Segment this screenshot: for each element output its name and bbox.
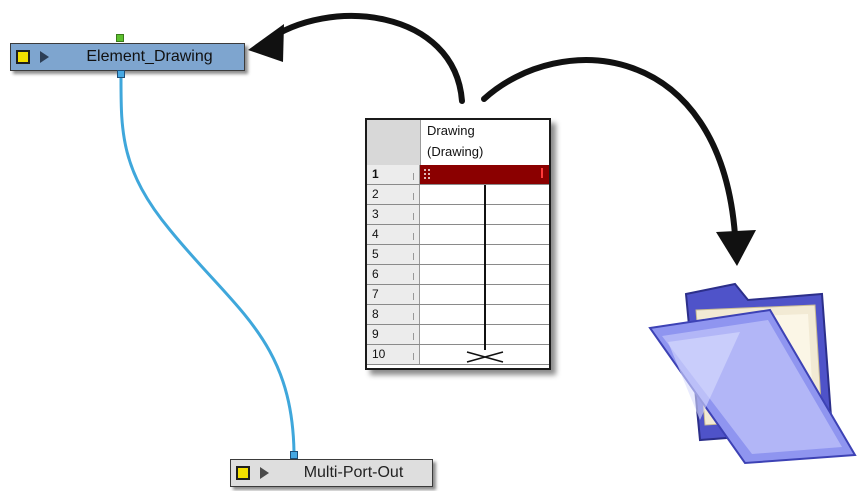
frame-number: 2 — [367, 185, 420, 204]
frame-row[interactable]: 8 — [367, 305, 549, 325]
node-output-port[interactable] — [117, 70, 125, 78]
arrowhead-down — [716, 230, 756, 266]
frame-row[interactable]: 1 — [367, 165, 549, 185]
frame-row[interactable]: 3 — [367, 205, 549, 225]
frame-number: 10 — [367, 345, 420, 364]
multiport-input-port[interactable] — [290, 451, 298, 459]
curved-arrow-to-node — [262, 13, 465, 104]
frame-number: 6 — [367, 265, 420, 284]
frame-row[interactable]: 2 — [367, 185, 549, 205]
frame-number: 8 — [367, 305, 420, 324]
arrowhead-left — [248, 24, 284, 62]
column-title: Drawing — [427, 123, 475, 138]
exposure-cell[interactable] — [420, 165, 549, 184]
element-drawing-node[interactable]: Element_Drawing — [10, 43, 245, 71]
frame-row[interactable]: 6 — [367, 265, 549, 285]
frame-number: 7 — [367, 285, 420, 304]
display-toggle-icon[interactable] — [236, 466, 250, 480]
display-toggle-icon[interactable] — [16, 50, 30, 64]
frame-row[interactable]: 10 — [367, 345, 549, 365]
multi-port-out-node[interactable]: Multi-Port-Out — [230, 459, 433, 487]
node-label: Multi-Port-Out — [303, 464, 404, 481]
expand-arrow-icon[interactable] — [40, 51, 49, 63]
xsheet-corner — [367, 120, 421, 165]
hold-line — [484, 185, 486, 350]
xsheet-panel: Drawing (Drawing) 1 2 3 4 5 6 7 8 9 10 — [365, 118, 551, 370]
expand-arrow-icon[interactable] — [260, 467, 269, 479]
node-cable — [119, 75, 296, 453]
node-label: Element_Drawing — [86, 48, 213, 65]
frame-number: 5 — [367, 245, 420, 264]
frame-number: 4 — [367, 225, 420, 244]
drag-handle-icon[interactable] — [423, 168, 431, 180]
frame-row[interactable]: 5 — [367, 245, 549, 265]
end-of-exposure-icon — [466, 351, 504, 363]
frame-number: 1 — [367, 165, 420, 184]
frame-row[interactable]: 7 — [367, 285, 549, 305]
current-frame-marker — [541, 168, 543, 178]
frame-number: 3 — [367, 205, 420, 224]
xsheet-column-header[interactable]: Drawing (Drawing) — [367, 120, 549, 166]
frame-row[interactable]: 9 — [367, 325, 549, 345]
column-subtitle: (Drawing) — [427, 144, 484, 159]
folder-icon — [648, 282, 857, 465]
frame-row[interactable]: 4 — [367, 225, 549, 245]
node-input-port[interactable] — [116, 34, 124, 42]
frame-number: 9 — [367, 325, 420, 344]
